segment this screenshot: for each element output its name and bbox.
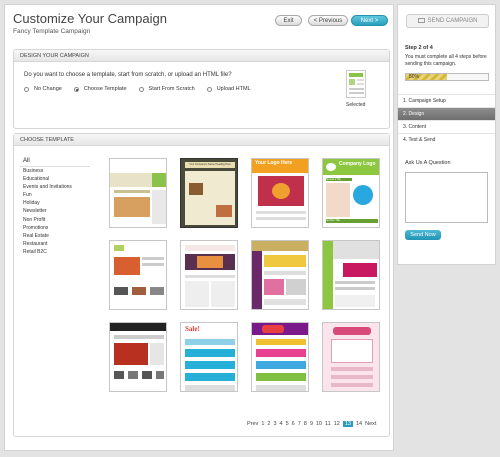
step-test-send[interactable]: 4. Test & Send: [398, 133, 495, 146]
progress-bar: 50%: [405, 73, 489, 81]
pager-page[interactable]: 12: [334, 421, 340, 427]
ask-question-label: Ask Us A Question: [405, 160, 451, 166]
template-thumbnail[interactable]: [109, 322, 167, 392]
choose-panel-heading: CHOOSE TEMPLATE: [14, 134, 389, 146]
radio-start-from-scratch[interactable]: [138, 86, 144, 92]
option-label: Upload HTML: [216, 86, 251, 92]
category-list: All Business Educational Events and Invi…: [20, 156, 90, 256]
pager-page[interactable]: 10: [316, 421, 322, 427]
design-panel-heading: DESIGN YOUR CAMPAIGN: [14, 50, 389, 62]
template-subtitle-text: Another Title: [326, 219, 378, 223]
pager-page[interactable]: 1: [261, 421, 264, 427]
pager-page[interactable]: 8: [304, 421, 307, 427]
category-item[interactable]: Promotions: [20, 224, 90, 232]
send-campaign-label: SEND CAMPAIGN: [427, 18, 478, 24]
step-description: You must complete all 4 steps before sen…: [405, 54, 487, 67]
template-subtitle-text: Spread a Tile: [326, 178, 352, 181]
option-upload-html[interactable]: Upload HTML: [206, 86, 251, 92]
template-logo-text: Your Logo Here: [255, 160, 293, 166]
pager-current-page[interactable]: 13: [342, 421, 353, 427]
option-no-change[interactable]: No Change: [24, 86, 62, 92]
option-choose-template[interactable]: Choose Template: [73, 86, 127, 92]
next-button[interactable]: Next >: [351, 15, 388, 26]
template-logo-text: Company Logo: [339, 161, 376, 167]
template-thumbnail[interactable]: [322, 240, 380, 310]
step-campaign-setup[interactable]: 1. Campaign Setup: [398, 94, 495, 107]
template-thumbnail[interactable]: Company Logo Spread a Tile Another Title: [322, 158, 380, 228]
exit-button[interactable]: Exit: [275, 15, 302, 26]
option-label: Choose Template: [83, 86, 127, 92]
category-item[interactable]: Events and Invitations: [20, 183, 90, 191]
template-heading-text: Your Company's Name Heading Here: [185, 162, 235, 168]
template-thumbnail[interactable]: [251, 322, 309, 392]
option-label: Start From Scratch: [148, 86, 195, 92]
pager-page[interactable]: 6: [292, 421, 295, 427]
campaign-sidebar: SEND CAMPAIGN Step 2 of 4 You must compl…: [397, 4, 496, 265]
category-item[interactable]: Newsletter: [20, 207, 90, 215]
send-now-button[interactable]: Send Now: [405, 230, 441, 240]
pager-page[interactable]: 9: [310, 421, 313, 427]
radio-upload-html[interactable]: [206, 86, 212, 92]
selected-label: Selected: [346, 102, 366, 108]
design-question: Do you want to choose a template, start …: [24, 72, 232, 78]
template-thumbnail[interactable]: [322, 322, 380, 392]
previous-button[interactable]: < Previous: [308, 15, 348, 26]
pager-page[interactable]: 11: [325, 421, 331, 427]
radio-no-change[interactable]: [24, 86, 29, 92]
design-panel: DESIGN YOUR CAMPAIGN Do you want to choo…: [13, 49, 390, 129]
step-content[interactable]: 3. Content: [398, 120, 495, 133]
page-subtitle: Fancy Template Campaign: [13, 28, 91, 35]
category-item[interactable]: Real Estate: [20, 232, 90, 240]
step-design[interactable]: 2. Design: [398, 107, 495, 120]
template-thumbnail[interactable]: [180, 240, 238, 310]
category-item[interactable]: Retail B2C: [20, 248, 90, 256]
category-item[interactable]: Fun: [20, 191, 90, 199]
option-start-from-scratch[interactable]: Start From Scratch: [138, 86, 195, 92]
main-panel: Customize Your Campaign Fancy Template C…: [4, 4, 394, 451]
pager-page[interactable]: 3: [273, 421, 276, 427]
pager-next[interactable]: Next: [365, 421, 376, 427]
question-input[interactable]: [405, 172, 488, 223]
template-sale-text: Sale!: [185, 325, 200, 333]
category-item[interactable]: Business: [20, 167, 90, 175]
template-thumbnail[interactable]: [251, 240, 309, 310]
choose-template-panel: CHOOSE TEMPLATE All Business Educational…: [13, 133, 390, 437]
option-label: No Change: [34, 86, 62, 92]
progress-label: 50%: [409, 74, 420, 80]
step-title: Step 2 of 4: [405, 45, 433, 51]
template-thumbnail[interactable]: Sale!: [180, 322, 238, 392]
pager-prev[interactable]: Prev: [247, 421, 258, 427]
pager-page[interactable]: 14: [356, 421, 362, 427]
template-thumbnail[interactable]: [109, 240, 167, 310]
pager-page[interactable]: 2: [267, 421, 270, 427]
design-options: No Change Choose Template Start From Scr…: [24, 86, 263, 92]
pagination: Prev 1 2 3 4 5 6 7 8 9 10 11 12 13 14 Ne…: [247, 421, 379, 427]
radio-choose-template[interactable]: [73, 86, 79, 92]
pager-page[interactable]: 5: [286, 421, 289, 427]
page-title: Customize Your Campaign: [13, 11, 167, 26]
template-thumbnail[interactable]: Your Logo Here: [251, 158, 309, 228]
category-item[interactable]: Restaurant: [20, 240, 90, 248]
selected-template-thumbnail: [346, 70, 366, 98]
template-thumbnail[interactable]: Your Company's Name Heading Here: [180, 158, 238, 228]
template-thumbnail[interactable]: [109, 158, 167, 228]
category-item[interactable]: Holiday: [20, 199, 90, 207]
pager-page[interactable]: 7: [298, 421, 301, 427]
category-item[interactable]: Non Profit: [20, 216, 90, 224]
send-campaign-button[interactable]: SEND CAMPAIGN: [406, 14, 489, 28]
category-all[interactable]: All: [20, 156, 90, 167]
category-item[interactable]: Educational: [20, 175, 90, 183]
envelope-icon: [417, 17, 425, 23]
pager-page[interactable]: 4: [280, 421, 283, 427]
